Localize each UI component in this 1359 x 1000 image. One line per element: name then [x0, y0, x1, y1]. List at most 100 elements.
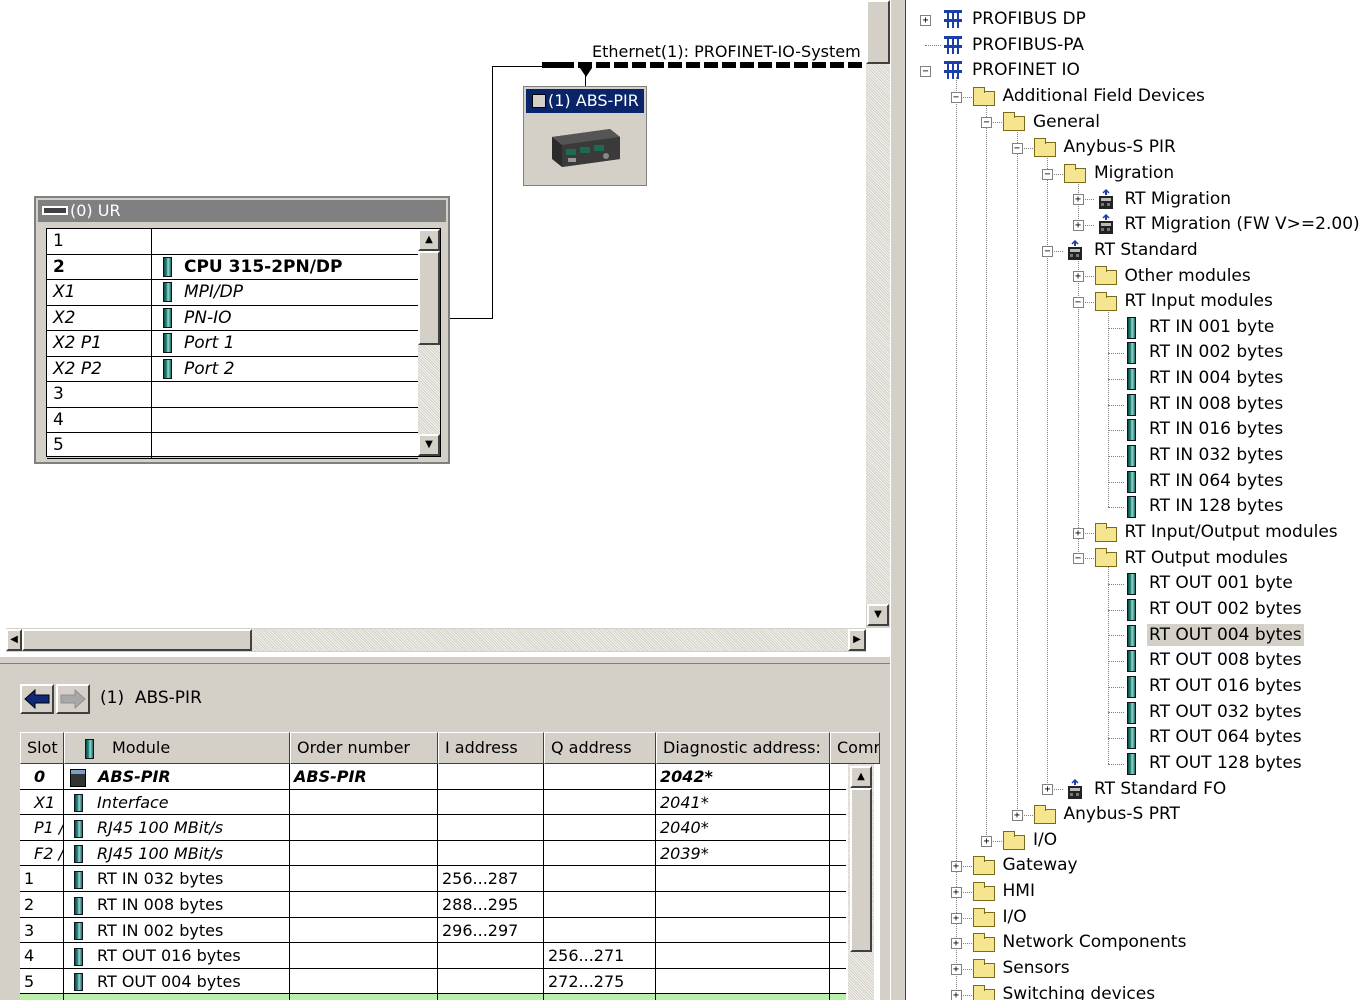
rack-table[interactable]: 1 2 CPU 315-2PN/DP X1 MPI/DP X2 PN-IO X2 P1 Port… — [46, 228, 441, 459]
tree-item-label[interactable]: I/O — [1031, 829, 1059, 851]
tree-expander-minus-icon[interactable]: − — [950, 91, 962, 103]
tree-item-label[interactable]: RT Standard FO — [1092, 778, 1228, 800]
rack-window[interactable]: (0) UR 1 2 CPU 315-2PN/DP X1 MPI/DP X2 PN-IO X2… — [34, 196, 450, 464]
tree-expander-plus-icon[interactable]: + — [981, 835, 992, 847]
tree-item-label[interactable]: RT IN 004 bytes — [1147, 367, 1285, 389]
rack-row[interactable]: 4 — [47, 407, 418, 433]
tree-item-label[interactable]: Network Components — [1001, 931, 1189, 953]
tree-item-label[interactable]: RT IN 001 byte — [1147, 316, 1276, 338]
rack-row[interactable]: 1 — [47, 229, 418, 255]
rack-title-bar[interactable]: (0) UR — [38, 200, 446, 222]
tree-item-label[interactable]: Anybus-S PRT — [1062, 803, 1182, 825]
tree-expander-plus-icon[interactable]: + — [920, 14, 931, 26]
tree-item-label[interactable]: RT OUT 002 bytes — [1147, 598, 1304, 620]
tree-item-label[interactable]: RT IN 008 bytes — [1147, 393, 1285, 415]
detail-scroll-up-button[interactable]: ▲ — [850, 766, 872, 788]
tree-item-label[interactable]: RT IN 032 bytes — [1147, 444, 1285, 466]
tree-item-label[interactable]: RT Input/Output modules — [1123, 521, 1340, 543]
detail-col-header[interactable]: Comr — [830, 732, 880, 764]
tree-expander-plus-icon[interactable]: + — [1072, 194, 1084, 206]
hardware-catalog-tree[interactable]: + PROFIBUS DP PROFIBUS-PA − PROFINET IO − Addi… — [906, 0, 1359, 1000]
tree-expander-minus-icon[interactable]: − — [1042, 168, 1053, 180]
detail-table[interactable]: Slot Module Order number I address Q address… — [20, 732, 880, 1000]
rack-row[interactable]: X2 PN-IO — [47, 305, 418, 331]
tree-item-label[interactable]: RT OUT 128 bytes — [1147, 752, 1304, 774]
tree-item-label[interactable]: RT OUT 004 bytes — [1147, 623, 1304, 646]
network-hscroll-thumb[interactable] — [22, 629, 252, 651]
detail-col-header[interactable]: I address — [438, 732, 544, 764]
tree-expander-plus-icon[interactable]: + — [1011, 809, 1023, 821]
detail-row[interactable]: 1 RT IN 032 bytes 256...287 — [20, 866, 846, 892]
tree-expander-plus-icon[interactable]: + — [1042, 784, 1053, 796]
detail-row[interactable]: 0 ABS-PIR ABS-PIR 2042* — [20, 764, 846, 790]
detail-row[interactable]: 3 RT IN 002 bytes 296...297 — [20, 917, 846, 944]
nav-forward-button[interactable] — [56, 684, 90, 714]
network-vscroll[interactable]: ▼ — [866, 0, 890, 628]
tree-expander-minus-icon[interactable]: − — [920, 66, 931, 78]
tree-item-label[interactable]: RT IN 002 bytes — [1147, 341, 1285, 363]
tree-expander-plus-icon[interactable]: + — [950, 886, 962, 898]
tree-item-label[interactable]: RT IN 064 bytes — [1147, 470, 1285, 492]
tree-expander-plus-icon[interactable]: + — [950, 912, 962, 924]
device-abs-pir[interactable]: (1) ABS-PIR — [523, 86, 647, 186]
tree-item-label[interactable]: General — [1031, 111, 1102, 133]
tree-expander-plus-icon[interactable]: + — [950, 938, 962, 950]
tree-item-label[interactable]: RT OUT 064 bytes — [1147, 726, 1304, 748]
tree-expander-minus-icon[interactable]: − — [1042, 245, 1053, 257]
network-vscroll-track[interactable] — [866, 64, 890, 604]
tree-item-label[interactable]: RT OUT 032 bytes — [1147, 701, 1304, 723]
tree-item-label[interactable]: HMI — [1001, 880, 1037, 902]
rack-row[interactable]: X1 MPI/DP — [47, 280, 418, 306]
tree-item-label[interactable]: RT Output modules — [1123, 547, 1290, 569]
network-hscroll[interactable]: ◀ ▶ — [6, 628, 866, 652]
rack-scroll-thumb[interactable] — [418, 251, 440, 345]
detail-scroll-thumb[interactable] — [850, 788, 872, 952]
tree-item-label[interactable]: RT Input modules — [1123, 290, 1275, 312]
tree-expander-plus-icon[interactable]: + — [950, 989, 962, 1000]
tree-item-label[interactable]: RT IN 128 bytes — [1147, 495, 1285, 517]
tree-item-label[interactable]: RT Migration (FW V>=2.00) — [1123, 213, 1359, 235]
nav-back-button[interactable] — [20, 684, 54, 714]
tree-expander-plus-icon[interactable]: + — [950, 861, 962, 873]
network-scroll-down-button[interactable]: ▼ — [867, 604, 889, 626]
tree-item-label[interactable]: RT OUT 008 bytes — [1147, 649, 1304, 671]
detail-row[interactable]: F2 / RJ45 100 MBit/s 2039* — [20, 840, 846, 867]
rack-row[interactable]: 3 — [47, 382, 418, 408]
tree-expander-minus-icon[interactable]: − — [1072, 296, 1084, 308]
tree-item-label[interactable]: PROFINET IO — [970, 59, 1082, 81]
detail-col-header[interactable]: Q address — [544, 732, 656, 764]
detail-row[interactable]: 5 RT OUT 004 bytes 272...275 — [20, 968, 846, 995]
tree-item-label[interactable]: I/O — [1001, 906, 1029, 928]
vertical-splitter[interactable] — [890, 0, 906, 1000]
tree-expander-plus-icon[interactable]: + — [1072, 220, 1084, 232]
tree-item-label[interactable]: PROFIBUS-PA — [970, 34, 1086, 56]
tree-item-label[interactable]: Migration — [1092, 162, 1176, 184]
rack-row[interactable]: 5 — [47, 433, 418, 459]
rack-scroll-down-button[interactable]: ▼ — [418, 434, 440, 456]
detail-col-header[interactable]: Diagnostic address: — [656, 732, 830, 764]
tree-item-label[interactable]: Gateway — [1001, 854, 1080, 876]
detail-row[interactable]: P1 / RJ45 100 MBit/s 2040* — [20, 815, 846, 841]
network-view[interactable]: Ethernet(1): PROFINET-IO-System (1 (1) A… — [0, 0, 890, 652]
tree-expander-plus-icon[interactable]: + — [950, 963, 962, 975]
detail-row[interactable]: X1 Interface 2041* — [20, 789, 846, 816]
network-hscroll-track[interactable] — [252, 629, 848, 651]
rack-row[interactable]: X2 P1 Port 1 — [47, 331, 418, 357]
rack-scroll-up-button[interactable]: ▲ — [418, 229, 440, 251]
detail-view[interactable]: (1) ABS-PIR Slot Module Order number I addr… — [0, 664, 890, 1000]
detail-row[interactable]: 6 — [20, 994, 846, 1000]
tree-expander-minus-icon[interactable]: − — [1072, 553, 1084, 565]
network-vscroll-thumb[interactable] — [866, 0, 890, 64]
tree-item-label[interactable]: RT Standard — [1092, 239, 1200, 261]
tree-item-label[interactable]: PROFIBUS DP — [970, 8, 1088, 30]
tree-expander-minus-icon[interactable]: − — [981, 117, 992, 129]
tree-item-label[interactable]: RT OUT 001 byte — [1147, 572, 1295, 594]
detail-col-header[interactable]: Module — [64, 732, 290, 764]
detail-row[interactable]: 4 RT OUT 016 bytes 256...271 — [20, 943, 846, 969]
tree-item-label[interactable]: RT IN 016 bytes — [1147, 418, 1285, 440]
tree-item-label[interactable]: Sensors — [1001, 957, 1072, 979]
rack-row[interactable]: 2 CPU 315-2PN/DP — [47, 254, 418, 280]
detail-col-header[interactable]: Slot — [20, 732, 64, 764]
tree-item-label[interactable]: RT OUT 016 bytes — [1147, 675, 1304, 697]
tree-item-label[interactable]: RT Migration — [1123, 188, 1234, 210]
